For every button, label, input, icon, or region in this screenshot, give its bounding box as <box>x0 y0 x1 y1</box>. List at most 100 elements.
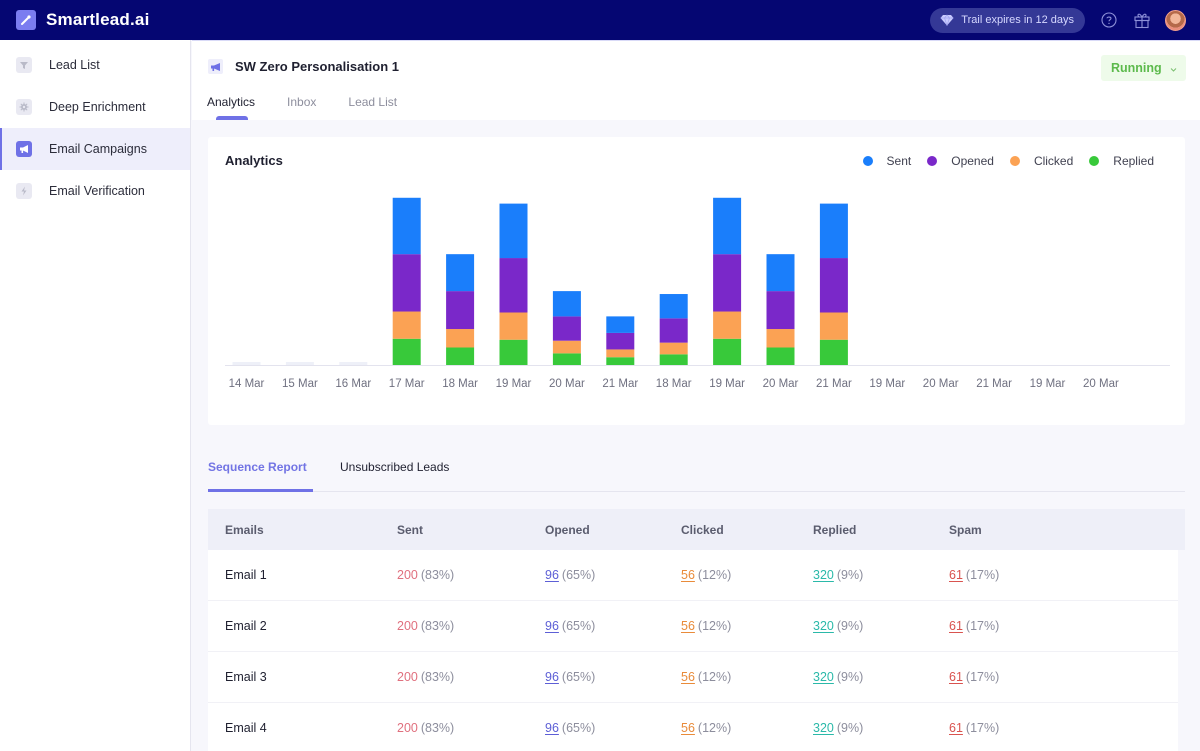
clicked-percent: (12%) <box>697 670 732 684</box>
brand-logo[interactable]: Smartlead.ai <box>16 10 150 30</box>
opened-count-link[interactable]: 96 <box>545 568 559 582</box>
bar-segment-replied[interactable] <box>606 357 635 365</box>
x-tick-label: 20 Mar <box>763 378 799 390</box>
bar-segment-replied[interactable] <box>766 347 795 366</box>
bar-segment-replied[interactable] <box>499 339 528 365</box>
sidebar-item-deep-enrichment[interactable]: Deep Enrichment <box>0 86 190 128</box>
bar-segment-replied[interactable] <box>552 353 581 365</box>
bar-segment-clicked[interactable] <box>446 329 475 348</box>
bar-segment-sent[interactable] <box>713 197 742 255</box>
x-tick-label: 19 Mar <box>496 378 532 390</box>
bar-segment-opened[interactable] <box>552 316 581 341</box>
bar-segment-opened[interactable] <box>713 254 742 312</box>
table-row[interactable]: Email 4 200 (83%) 96 (65%) 56 (12%) 320 (9%) 61 (1… <box>208 703 1178 751</box>
user-avatar[interactable] <box>1165 9 1186 31</box>
bar-segment-replied[interactable] <box>713 338 742 365</box>
sidebar-item-label: Email Campaigns <box>49 142 147 156</box>
trial-badge[interactable]: Trail expires in 12 days <box>930 7 1085 33</box>
spam-cell: 61 (17%) <box>949 670 999 684</box>
sidebar-item-email-verification[interactable]: Email Verification <box>0 170 190 212</box>
bar-segment-replied[interactable] <box>819 339 848 365</box>
funnel-icon <box>16 57 32 73</box>
spam-count-link[interactable]: 61 <box>949 670 963 684</box>
replied-percent: (9%) <box>836 568 864 582</box>
campaign-status-dropdown[interactable]: Running <box>1101 55 1186 81</box>
column-header-spam: Spam <box>949 522 982 537</box>
bar-segment-clicked[interactable] <box>552 340 581 354</box>
replied-count-link[interactable]: 320 <box>813 568 834 582</box>
x-tick-label: 19 Mar <box>1030 378 1066 390</box>
opened-count-link[interactable]: 96 <box>545 670 559 684</box>
x-tick-label: 20 Mar <box>549 378 585 390</box>
table-row[interactable]: Email 3 200 (83%) 96 (65%) 56 (12%) 320 (9%) 61 (1… <box>208 652 1178 703</box>
bar-segment-clicked[interactable] <box>766 329 795 348</box>
bar-segment-sent[interactable] <box>392 197 421 255</box>
clicked-count-link[interactable]: 56 <box>681 619 695 633</box>
clicked-count-link[interactable]: 56 <box>681 721 695 735</box>
x-tick-label: 15 Mar <box>282 378 318 390</box>
clicked-count-link[interactable]: 56 <box>681 670 695 684</box>
sidebar-item-lead-list[interactable]: Lead List <box>0 44 190 86</box>
megaphone-icon <box>16 141 32 157</box>
tab-inbox[interactable]: Inbox <box>287 95 316 121</box>
bar-segment-sent[interactable] <box>499 203 528 259</box>
bar-segment-clicked[interactable] <box>819 312 848 340</box>
sidebar: Lead List Deep Enrichment Email Campaign… <box>0 40 191 751</box>
bar-segment-opened[interactable] <box>606 332 635 350</box>
opened-count-link[interactable]: 96 <box>545 619 559 633</box>
x-tick-label: 20 Mar <box>923 378 959 390</box>
spam-percent: (17%) <box>965 619 1000 633</box>
opened-count-link[interactable]: 96 <box>545 721 559 735</box>
table-row[interactable]: Email 2 200 (83%) 96 (65%) 56 (12%) 320 (9%) 61 (1… <box>208 601 1178 652</box>
bar-segment-replied[interactable] <box>659 354 688 365</box>
lightning-icon <box>16 183 32 199</box>
gift-icon[interactable] <box>1133 11 1151 29</box>
spam-count-link[interactable]: 61 <box>949 619 963 633</box>
bar-segment-opened[interactable] <box>766 291 795 330</box>
replied-count-link[interactable]: 320 <box>813 670 834 684</box>
bar-segment-sent[interactable] <box>446 254 475 292</box>
table-row[interactable]: Email 1 200 (83%) 96 (65%) 56 (12%) 320 (9%) 61 (1… <box>208 550 1178 601</box>
help-circle-icon[interactable] <box>1101 12 1117 28</box>
bar-segment-sent[interactable] <box>606 316 635 333</box>
bar-segment-clicked[interactable] <box>713 311 742 339</box>
sequence-report-table: Emails Sent Opened Clicked Replied Spam Email… <box>208 509 1185 751</box>
spam-percent: (17%) <box>965 721 1000 735</box>
spam-count-link[interactable]: 61 <box>949 568 963 582</box>
spam-count-link[interactable]: 61 <box>949 721 963 735</box>
bar-segment-sent[interactable] <box>766 254 795 292</box>
bar-segment-sent[interactable] <box>659 294 688 319</box>
tab-analytics[interactable]: Analytics <box>207 95 255 121</box>
sidebar-item-email-campaigns[interactable]: Email Campaigns <box>0 128 190 170</box>
tab-sequence-report[interactable]: Sequence Report <box>208 460 307 474</box>
bar-segment-replied[interactable] <box>446 347 475 366</box>
bar-segment-sent[interactable] <box>552 291 581 317</box>
bar-segment-opened[interactable] <box>446 291 475 330</box>
bar-segment-clicked[interactable] <box>392 311 421 339</box>
bar-segment-replied[interactable] <box>392 338 421 365</box>
bar-segment-opened[interactable] <box>392 254 421 312</box>
x-tick-label: 14 Mar <box>229 378 265 390</box>
tab-lead-list[interactable]: Lead List <box>348 95 397 121</box>
x-tick-label: 21 Mar <box>602 378 638 390</box>
bar-segment-opened[interactable] <box>819 258 848 313</box>
opened-cell: 96 (65%) <box>545 670 595 684</box>
replied-percent: (9%) <box>836 721 864 735</box>
column-header-sent: Sent <box>397 522 424 537</box>
clicked-cell: 56 (12%) <box>681 670 731 684</box>
bar-segment-clicked[interactable] <box>659 342 688 355</box>
bar-segment-sent[interactable] <box>819 203 848 259</box>
x-tick-label: 19 Mar <box>869 378 905 390</box>
bar-segment-opened[interactable] <box>499 258 528 313</box>
bar-segment-clicked[interactable] <box>606 349 635 358</box>
tab-unsubscribed-leads[interactable]: Unsubscribed Leads <box>340 460 449 474</box>
replied-count-link[interactable]: 320 <box>813 619 834 633</box>
stacked-bar-chart: 14 Mar 15 Mar 16 Mar 17 Mar 18 Mar 19 Mar 20 M… <box>225 197 1170 390</box>
bar-segment-opened[interactable] <box>659 318 688 343</box>
replied-cell: 320 (9%) <box>813 568 863 582</box>
sidebar-item-label: Email Verification <box>49 184 145 198</box>
bar-segment-clicked[interactable] <box>499 312 528 340</box>
spam-percent: (17%) <box>965 670 1000 684</box>
replied-count-link[interactable]: 320 <box>813 721 834 735</box>
clicked-count-link[interactable]: 56 <box>681 568 695 582</box>
